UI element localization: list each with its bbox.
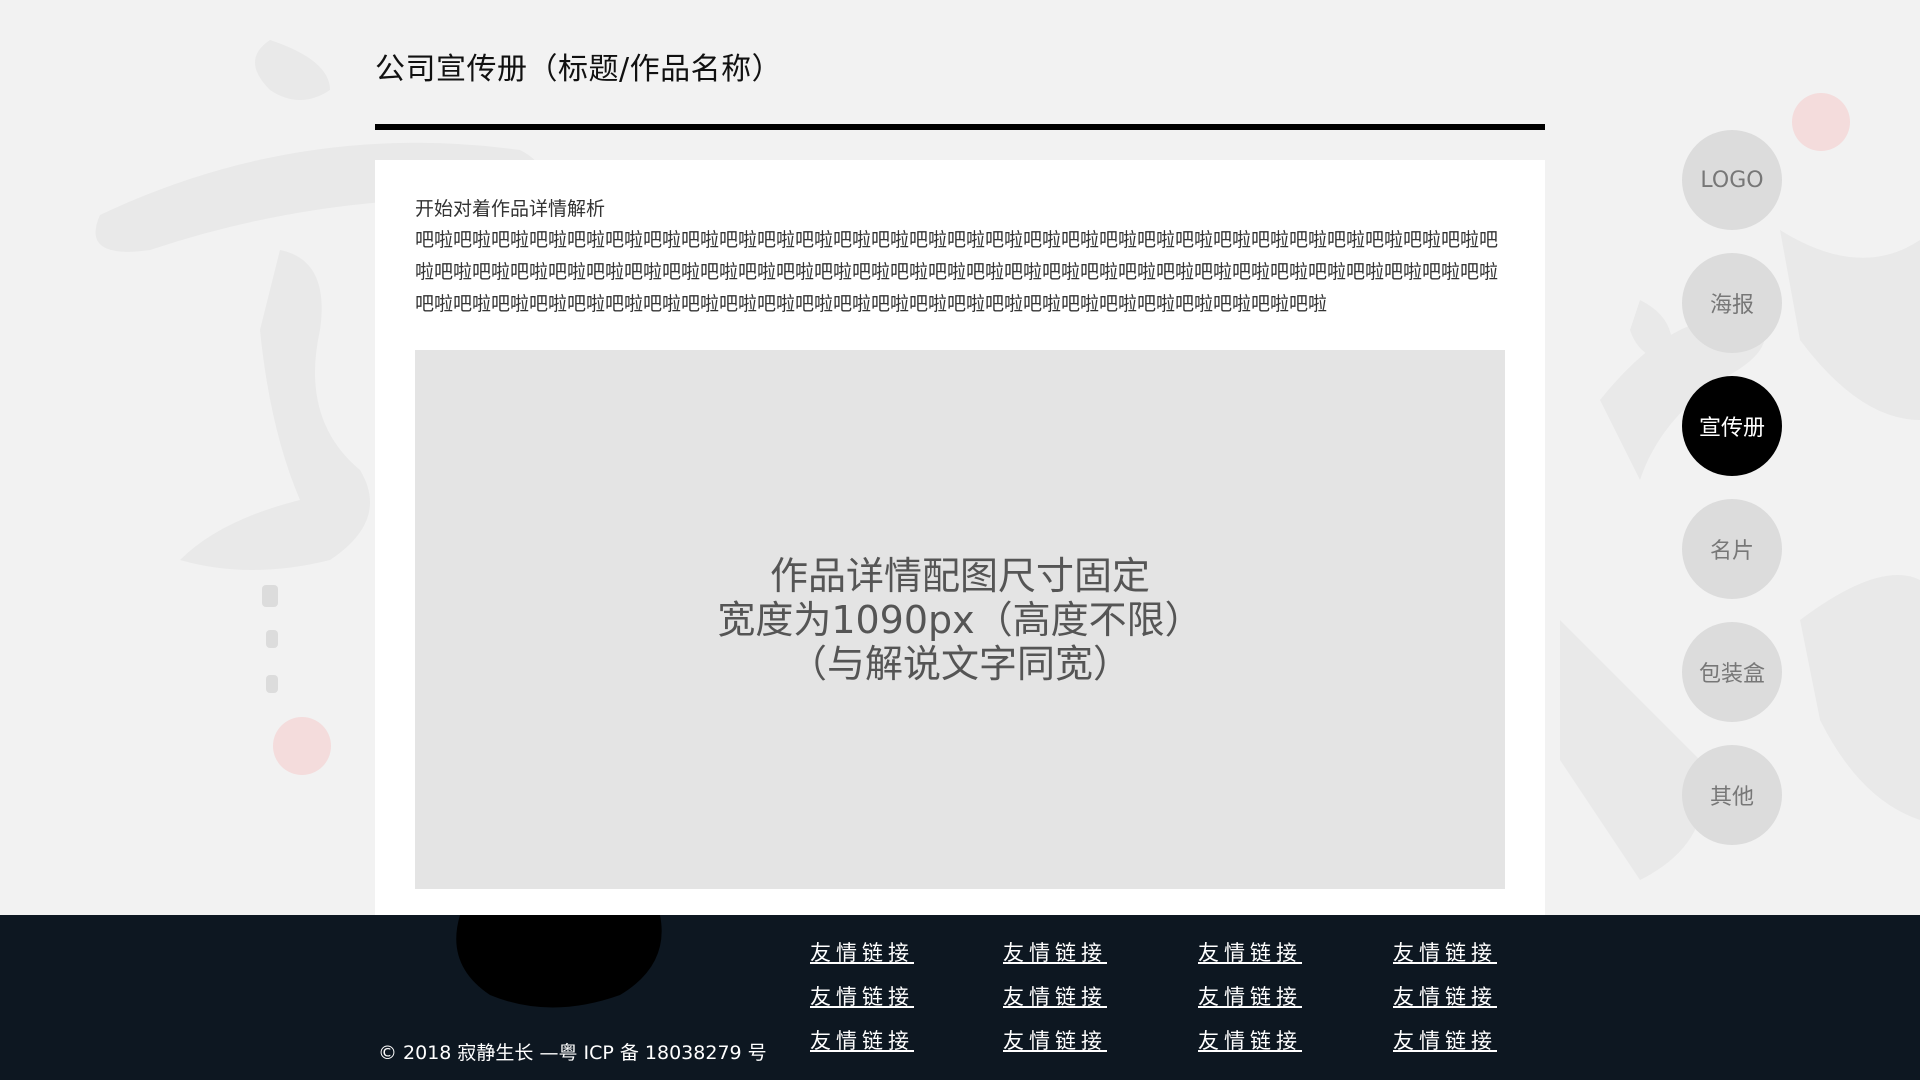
nav-item-poster[interactable]: 海报 — [1682, 253, 1782, 353]
friend-link[interactable]: 友情链接 — [810, 1025, 914, 1055]
friend-link[interactable]: 友情链接 — [1393, 1025, 1497, 1055]
placeholder-line-3: （与解说文字同宽） — [788, 641, 1131, 686]
friend-link[interactable]: 友情链接 — [810, 981, 914, 1011]
friend-link[interactable]: 友情链接 — [1393, 981, 1497, 1011]
nav-item-other[interactable]: 其他 — [1682, 745, 1782, 845]
friend-link[interactable]: 友情链接 — [810, 937, 914, 967]
nav-item-logo[interactable]: LOGO — [1682, 130, 1782, 230]
friend-link[interactable]: 友情链接 — [1003, 981, 1107, 1011]
footer: © 2018 寂静生长 —粤 ICP 备 18038279 号 友情链接 友情链… — [0, 915, 1920, 1080]
nav-item-business-card[interactable]: 名片 — [1682, 499, 1782, 599]
friend-links: 友情链接 友情链接 友情链接 友情链接 友情链接 友情链接 友情链接 友情链接 … — [810, 937, 1510, 1077]
friend-link[interactable]: 友情链接 — [1198, 1025, 1302, 1055]
seal-icon — [273, 717, 331, 775]
friend-link[interactable]: 友情链接 — [1198, 981, 1302, 1011]
friend-link[interactable]: 友情链接 — [1393, 937, 1497, 967]
copyright-text: © 2018 寂静生长 —粤 ICP 备 18038279 号 — [378, 1042, 767, 1064]
intro-body-text: 吧啦吧啦吧啦吧啦吧啦吧啦吧啦吧啦吧啦吧啦吧啦吧啦吧啦吧啦吧啦吧啦吧啦吧啦吧啦吧啦… — [415, 229, 1499, 315]
content-card: 开始对着作品详情解析 吧啦吧啦吧啦吧啦吧啦吧啦吧啦吧啦吧啦吧啦吧啦吧啦吧啦吧啦吧… — [375, 160, 1545, 915]
friend-link[interactable]: 友情链接 — [1003, 1025, 1107, 1055]
placeholder-line-2: 宽度为1090px（高度不限） — [717, 597, 1203, 642]
intro-heading: 开始对着作品详情解析 — [415, 198, 606, 220]
placeholder-line-1: 作品详情配图尺寸固定 — [769, 553, 1150, 598]
nav-item-packaging[interactable]: 包装盒 — [1682, 622, 1782, 722]
title-divider — [375, 124, 1545, 130]
friend-link[interactable]: 友情链接 — [1003, 937, 1107, 967]
nav-item-brochure[interactable]: 宣传册 — [1682, 376, 1782, 476]
ink-blot-decoration — [456, 915, 662, 1008]
friend-link[interactable]: 友情链接 — [1198, 937, 1302, 967]
page-title: 公司宣传册（标题/作品名称） — [375, 52, 783, 87]
image-placeholder: 作品详情配图尺寸固定 宽度为1090px（高度不限） （与解说文字同宽） — [415, 350, 1505, 889]
